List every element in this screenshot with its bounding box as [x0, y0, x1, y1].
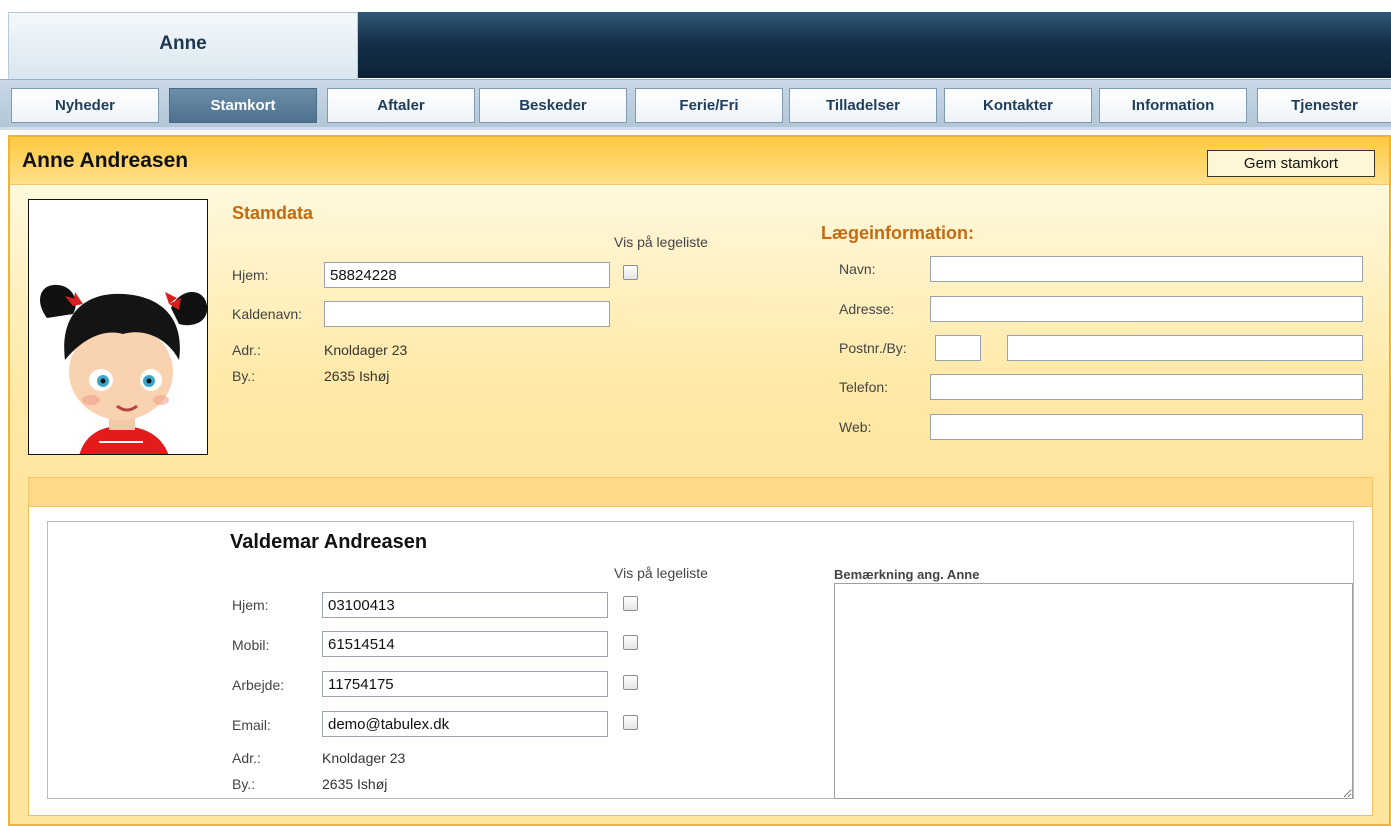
section-divider — [28, 477, 1373, 507]
nav-item-aftaler[interactable]: Aftaler — [327, 88, 475, 123]
parent-arbejde-input[interactable] — [322, 671, 608, 697]
nav-item-ferie-fri[interactable]: Ferie/Fri — [635, 88, 783, 123]
parent-adr-label: Adr.: — [232, 750, 261, 766]
nav-label: Stamkort — [210, 97, 276, 114]
nav-label: Beskeder — [519, 97, 587, 114]
stamkort-panel: Anne Andreasen Gem stamkort Stamdata Vis… — [8, 135, 1391, 826]
nav-label: Information — [1131, 97, 1215, 114]
parent-by-value: 2635 Ishøj — [322, 776, 388, 792]
nav-item-tjenester[interactable]: Tjenester — [1257, 88, 1391, 123]
nav-item-stamkort[interactable]: Stamkort — [169, 88, 317, 123]
nav-label: Tjenester — [1291, 97, 1358, 114]
parent-mobil-label: Mobil: — [232, 637, 270, 653]
parent-name: Valdemar Andreasen — [230, 531, 428, 553]
parent-email-label: Email: — [232, 717, 271, 733]
laege-web-input[interactable] — [930, 414, 1363, 440]
parent-adr-value: Knoldager 23 — [322, 750, 406, 766]
parent-arbejde-vis-checkbox[interactable] — [623, 675, 638, 690]
laege-telefon-label: Telefon: — [839, 379, 889, 395]
parent-vis-label: Vis på legeliste — [614, 565, 708, 581]
nav-label: Tilladelser — [826, 97, 900, 114]
laege-adresse-input[interactable] — [930, 296, 1363, 322]
nav-item-information[interactable]: Information — [1099, 88, 1247, 123]
vis-paa-legeliste-label: Vis på legeliste — [614, 234, 708, 250]
by-value: 2635 Ishøj — [324, 368, 390, 384]
parent-arbejde-label: Arbejde: — [232, 677, 285, 693]
parent-mobil-vis-checkbox[interactable] — [623, 635, 638, 650]
laege-postnr-input[interactable] — [935, 335, 981, 361]
page-title: Anne Andreasen — [22, 149, 189, 172]
laege-postnr-label: Postnr./By: — [839, 340, 907, 356]
parent-by-label: By.: — [232, 776, 256, 792]
hjem-phone-input[interactable] — [324, 262, 610, 288]
nav-item-tilladelser[interactable]: Tilladelser — [789, 88, 937, 123]
laege-telefon-input[interactable] — [930, 374, 1363, 400]
note-label: Bemærkning ang. Anne — [834, 567, 980, 582]
parent-hjem-label: Hjem: — [232, 597, 269, 613]
kaldenavn-label: Kaldenavn: — [232, 306, 303, 322]
adr-label: Adr.: — [232, 342, 261, 358]
nav-label: Kontakter — [982, 97, 1053, 114]
laege-web-label: Web: — [839, 419, 872, 435]
child-tab-label: Anne — [159, 32, 207, 54]
parent-email-input[interactable] — [322, 711, 608, 737]
laege-by-input[interactable] — [1007, 335, 1363, 361]
main-nav: Nyheder Stamkort Aftaler Beskeder Ferie/… — [0, 79, 1391, 130]
parent-hjem-input[interactable] — [322, 592, 608, 618]
nav-label: Ferie/Fri — [679, 97, 739, 114]
nav-item-kontakter[interactable]: Kontakter — [944, 88, 1092, 123]
parent-mobil-input[interactable] — [322, 631, 608, 657]
child-tab-anne[interactable]: Anne — [8, 12, 358, 80]
adr-value: Knoldager 23 — [324, 342, 408, 358]
child-photo — [28, 199, 208, 455]
header-dark-band — [356, 12, 1391, 78]
nav-item-nyheder[interactable]: Nyheder — [11, 88, 159, 123]
child-avatar-image — [40, 284, 207, 454]
parent-hjem-vis-checkbox[interactable] — [623, 596, 638, 611]
laegeinformation-title: Lægeinformation: — [821, 223, 974, 243]
nav-label: Nyheder — [54, 97, 116, 114]
by-label: By.: — [232, 368, 256, 384]
laege-navn-input[interactable] — [930, 256, 1363, 282]
kaldenavn-input[interactable] — [324, 301, 610, 327]
laege-navn-label: Navn: — [839, 261, 876, 277]
nav-label: Aftaler — [377, 97, 425, 114]
stamdata-title: Stamdata — [232, 203, 314, 223]
nav-item-beskeder[interactable]: Beskeder — [479, 88, 627, 123]
note-textarea[interactable] — [834, 583, 1353, 799]
parent-email-vis-checkbox[interactable] — [623, 715, 638, 730]
hjem-vis-checkbox[interactable] — [623, 265, 638, 280]
laege-adresse-label: Adresse: — [839, 301, 895, 317]
hjem-label: Hjem: — [232, 267, 269, 283]
save-stamkort-button[interactable]: Gem stamkort — [1207, 150, 1375, 177]
panel-title-bar: Anne Andreasen Gem stamkort — [10, 137, 1389, 185]
